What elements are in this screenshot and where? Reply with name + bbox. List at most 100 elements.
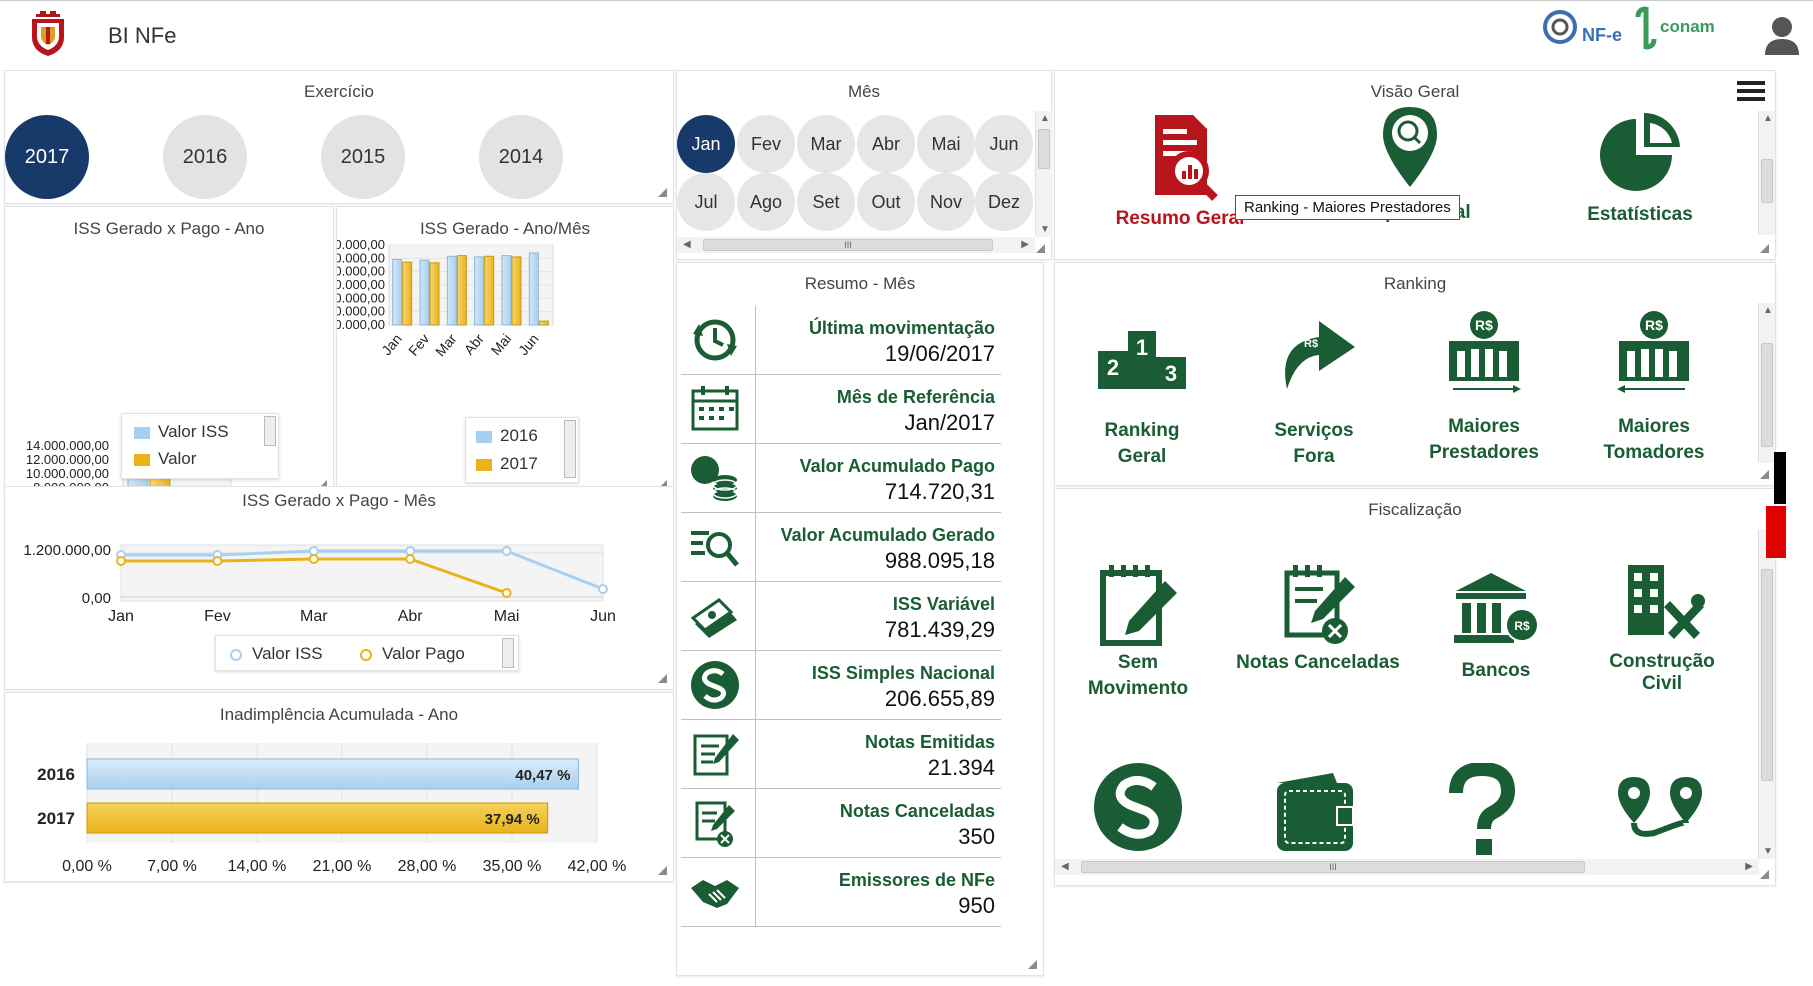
visao-geral-vertical-scrollbar[interactable]: ▲ [1758, 111, 1775, 235]
mes-vertical-scrollbar[interactable]: ▲ ▼ [1035, 111, 1052, 237]
tile-maiores-prestadores[interactable]: R$ Maiores Prestadores [1409, 309, 1559, 465]
data-label: 37,94 % [485, 811, 540, 828]
ranking-vertical-scroll-thumb[interactable] [1761, 343, 1773, 447]
scroll-up-icon[interactable]: ▲ [1040, 113, 1050, 124]
x-tick-label: 0,00 % [62, 858, 112, 875]
resize-grip-icon[interactable] [1036, 244, 1045, 253]
month-dez-button[interactable]: Dez [975, 173, 1033, 231]
legend-bar-icon [476, 430, 492, 443]
tile-maiores-tomadores[interactable]: R$ Maiores Tomadores [1579, 309, 1729, 465]
legend-scroll-thumb[interactable] [264, 416, 276, 446]
resize-grip-icon[interactable] [1760, 470, 1769, 479]
tile-carteira[interactable] [1251, 769, 1381, 855]
fiscalizacao-horizontal-scroll-thumb[interactable]: III [1081, 861, 1585, 873]
legend-item-2017[interactable]: 2017 [476, 454, 538, 474]
tile-label-1: Construção [1609, 651, 1715, 672]
scroll-down-icon[interactable]: ▼ [1040, 224, 1050, 235]
row-divider [755, 582, 756, 651]
year-2016-button[interactable]: 2016 [163, 115, 247, 199]
month-set-button[interactable]: Set [797, 173, 855, 231]
tile-sem-movimento[interactable]: Sem Movimento [1063, 561, 1213, 701]
visao-geral-vertical-scroll-thumb[interactable] [1761, 159, 1773, 203]
x-tick-label: Abr [398, 608, 424, 625]
month-jan-button[interactable]: Jan [677, 115, 735, 173]
x-tick-label: Mai [494, 608, 520, 625]
tile-label-2: Civil [1641, 673, 1683, 694]
wallet-icon [1277, 773, 1354, 851]
legend-bar-icon [134, 426, 150, 439]
x-tick-label: Mar [300, 608, 328, 625]
legend-bar-icon [476, 458, 492, 471]
simples-icon [687, 659, 743, 711]
tile-notas-canceladas[interactable]: Notas Canceladas [1223, 561, 1413, 675]
tile-simples-nacional[interactable] [1073, 761, 1203, 851]
legend-item-valor-iss[interactable]: Valor ISS [134, 422, 229, 442]
tile-ajuda[interactable] [1417, 763, 1547, 859]
tile-ranking-geral[interactable]: 12 3 Ranking Geral [1067, 327, 1217, 469]
user-avatar-icon[interactable] [1762, 13, 1802, 57]
bar-series-2016 [446, 255, 457, 326]
legend-scroll-thumb[interactable] [502, 638, 514, 668]
scroll-right-icon[interactable]: ▶ [1745, 861, 1753, 872]
resumo-mes-title: Resumo - Mês [677, 263, 1043, 301]
conam-logo: conam [1634, 3, 1718, 53]
chart-inadimplencia-panel: Inadimplência Acumulada - Ano 0,00 % 7,00… [4, 692, 674, 882]
tile-construcao-civil[interactable]: Construção Civil [1587, 561, 1737, 695]
tile-rota[interactable] [1595, 771, 1725, 851]
month-nov-button[interactable]: Nov [917, 173, 975, 231]
tile-servicos-fora[interactable]: R$ Serviços Fora [1239, 313, 1389, 469]
tile-estatisticas[interactable]: Estatísticas [1555, 105, 1725, 227]
fiscalizacao-vertical-scroll-thumb[interactable] [1761, 569, 1773, 781]
month-ago-button[interactable]: Ago [737, 173, 795, 231]
city-crest-logo [28, 9, 68, 57]
fiscalizacao-horizontal-scrollbar[interactable]: ◀ III ▶ [1055, 859, 1759, 875]
data-label: 40,47 % [515, 767, 570, 784]
resize-grip-icon[interactable] [658, 188, 667, 197]
y-tick-label: 0,00 [82, 590, 111, 607]
legend-line-marker-icon [230, 648, 242, 661]
scroll-up-icon[interactable]: ▲ [1763, 305, 1773, 316]
bar-series-2017 [484, 255, 495, 326]
resize-grip-icon[interactable] [1760, 244, 1769, 253]
resize-grip-icon[interactable] [1760, 870, 1769, 879]
scroll-up-icon[interactable]: ▲ [1763, 113, 1773, 124]
row-divider [755, 789, 756, 858]
tile-bancos[interactable]: R$ Bancos [1421, 569, 1571, 683]
mes-horizontal-scrollbar[interactable]: ◀ III ▶ [677, 237, 1035, 253]
resize-grip-icon[interactable] [658, 674, 667, 683]
mes-horizontal-scroll-thumb[interactable]: III [703, 239, 993, 251]
year-2014-button[interactable]: 2014 [479, 115, 563, 199]
bar-series-2016 [419, 259, 430, 326]
podium-second-text: 2 [1107, 355, 1119, 380]
legend-scroll-thumb[interactable] [564, 420, 576, 478]
mes-vertical-scroll-thumb[interactable] [1038, 129, 1050, 169]
resize-grip-icon[interactable] [658, 866, 667, 875]
point-valor-pago [308, 554, 319, 564]
bank-icon: R$ [1454, 573, 1539, 643]
scroll-left-icon[interactable]: ◀ [683, 239, 691, 250]
year-2015-button[interactable]: 2015 [321, 115, 405, 199]
fiscalizacao-vertical-scrollbar[interactable]: ▼ [1758, 529, 1775, 859]
month-jul-button[interactable]: Jul [677, 173, 735, 231]
scroll-right-icon[interactable]: ▶ [1021, 239, 1029, 250]
month-mar-button[interactable]: Mar [797, 115, 855, 173]
year-2017-button[interactable]: 2017 [5, 115, 89, 199]
legend-item-valor[interactable]: Valor [134, 449, 196, 469]
y-tick-label: 12.000.000,00 [26, 452, 109, 467]
resize-grip-icon[interactable] [1028, 960, 1037, 969]
month-mai-button[interactable]: Mai [917, 115, 975, 173]
ranking-vertical-scrollbar[interactable]: ▲ [1758, 303, 1775, 463]
month-jun-button[interactable]: Jun [975, 115, 1033, 173]
month-abr-button[interactable]: Abr [857, 115, 915, 173]
legend-item-valor-pago[interactable]: Valor Pago [360, 644, 465, 664]
chart-iss-ano-panel: ISS Gerado x Pago - Ano 14.000.000,00 12.… [4, 206, 334, 497]
calendar-icon [687, 383, 743, 435]
building-tools-icon [1628, 565, 1705, 639]
month-out-button[interactable]: Out [857, 173, 915, 231]
scroll-down-icon[interactable]: ▼ [1763, 846, 1773, 857]
legend-item-2016[interactable]: 2016 [476, 426, 538, 446]
hamburger-menu-icon[interactable] [1737, 79, 1765, 103]
scroll-left-icon[interactable]: ◀ [1061, 861, 1069, 872]
month-fev-button[interactable]: Fev [737, 115, 795, 173]
legend-item-valor-iss[interactable]: Valor ISS [230, 644, 323, 664]
